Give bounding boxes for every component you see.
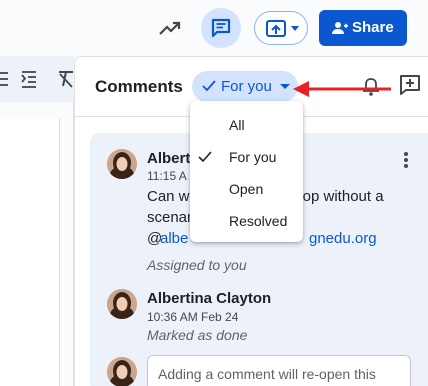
- add-comment-icon[interactable]: [399, 74, 421, 96]
- indent-icon[interactable]: [21, 71, 36, 88]
- avatar: [107, 149, 137, 179]
- menu-item-open[interactable]: Open: [190, 173, 303, 205]
- comment-text-line2: scenari: [147, 209, 196, 226]
- person-add-icon: [332, 22, 348, 34]
- check-icon: [198, 151, 212, 163]
- menu-item-resolved[interactable]: Resolved: [190, 205, 303, 237]
- present-button[interactable]: [254, 11, 308, 45]
- resolved-status: Marked as done: [147, 327, 248, 343]
- menu-item-all[interactable]: All: [190, 109, 303, 141]
- menu-item-label: Open: [229, 181, 264, 197]
- filter-selected-label: For you: [221, 78, 272, 95]
- filter-menu: All For you Open Resolved: [190, 101, 303, 242]
- comment-icon: [211, 18, 231, 38]
- avatar: [107, 357, 137, 386]
- more-options-icon[interactable]: [403, 151, 409, 169]
- avatar: [107, 289, 137, 319]
- chevron-down-icon: [280, 84, 290, 89]
- top-toolbar: Share: [0, 0, 428, 56]
- comment-filter-dropdown[interactable]: For you: [192, 71, 298, 102]
- format-toolbar: [0, 56, 74, 102]
- document-page[interactable]: [0, 118, 60, 386]
- menu-item-label: For you: [229, 149, 277, 165]
- assigned-status: Assigned to you: [147, 257, 247, 273]
- trending-icon[interactable]: [156, 15, 184, 41]
- panel-title: Comments: [95, 77, 183, 96]
- comment-text-end: stop without a: [291, 188, 384, 205]
- share-button[interactable]: Share: [319, 10, 407, 46]
- comment-author: Albertina Clayton: [147, 290, 272, 307]
- google-docs-comments-view: Share Comments For you Albertin 11:15 A …: [0, 0, 428, 386]
- mention-link-end[interactable]: gnedu.org: [309, 228, 377, 249]
- annotation-arrow: [293, 81, 391, 97]
- comment-time: 10:36 AM Feb 24: [147, 310, 239, 324]
- chevron-down-icon[interactable]: [291, 26, 299, 31]
- share-label: Share: [352, 19, 394, 36]
- mention-link[interactable]: albe: [160, 228, 188, 249]
- comments-button[interactable]: [201, 8, 241, 48]
- list-format-icon[interactable]: [0, 72, 8, 86]
- menu-item-label: Resolved: [229, 213, 288, 229]
- document-area[interactable]: [0, 56, 74, 386]
- check-icon: [202, 80, 216, 92]
- reply-field-container: [147, 355, 411, 386]
- present-icon: [266, 20, 286, 37]
- menu-item-for-you[interactable]: For you: [190, 141, 303, 173]
- comment-time: 11:15 A: [147, 169, 187, 183]
- reply-input[interactable]: [148, 356, 410, 386]
- menu-item-label: All: [229, 117, 245, 133]
- clear-formatting-icon[interactable]: [59, 71, 73, 88]
